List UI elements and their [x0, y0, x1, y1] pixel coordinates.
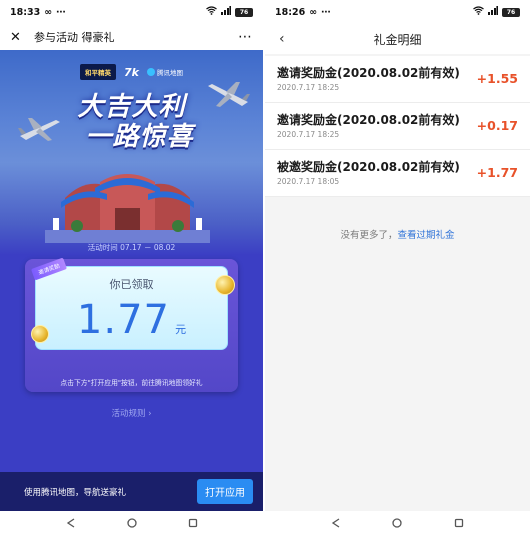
- right-phone-screen: 18:26 ∞ ⋯ 76 ‹ 礼金明细 邀请奖励金(2020.08.02前有效)…: [265, 0, 530, 534]
- ds-logo: 7k: [124, 65, 139, 79]
- nav-home-icon[interactable]: [126, 517, 138, 529]
- android-navbar: [0, 511, 263, 534]
- signal-icon: [221, 6, 231, 18]
- nav-recents-icon[interactable]: [187, 517, 199, 529]
- no-more-text: 没有更多了，: [340, 230, 398, 241]
- item-date: 2020.7.17 18:05: [277, 177, 340, 186]
- bottom-promo-bar: 使用腾讯地图，导航送豪礼 打开应用: [0, 472, 263, 511]
- coin-icon: [215, 275, 235, 295]
- signal-icon: [488, 6, 498, 18]
- hero-title-line2: 一路惊喜: [85, 122, 194, 152]
- status-bar: 18:26 ∞ ⋯ 76: [265, 0, 530, 24]
- left-phone-screen: 18:33 ∞ ⋯ 76 ✕ 参与活动 得豪礼 ⋯ 和平精英 7k 腾讯地图 大…: [0, 0, 263, 534]
- list-item[interactable]: 邀请奖励金(2020.08.02前有效) 2020.7.17 18:25 +1.…: [265, 56, 530, 103]
- reward-hint: 点击下方"打开应用"按钮，前往腾讯地图领好礼: [60, 379, 203, 387]
- list-item[interactable]: 邀请奖励金(2020.08.02前有效) 2020.7.17 18:25 +0.…: [265, 103, 530, 150]
- battery-icon: 76: [502, 7, 520, 17]
- status-more-icon: ⋯: [321, 6, 331, 18]
- page-title: 礼金明细: [373, 32, 422, 47]
- expired-bonus-link[interactable]: 查看过期礼金: [398, 230, 455, 241]
- status-more-icon: ⋯: [56, 6, 66, 18]
- nav-back-icon[interactable]: [330, 517, 342, 529]
- map-logo: 腾讯地图: [146, 67, 183, 77]
- item-title: 被邀奖励金(2020.08.02前有效): [277, 160, 460, 174]
- coin-icon: [31, 325, 49, 343]
- nav-recents-icon[interactable]: [453, 517, 465, 529]
- promo-text: 使用腾讯地图，导航送豪礼: [24, 487, 127, 498]
- open-app-button[interactable]: 打开应用: [197, 479, 253, 504]
- reward-amount-value: 1.77: [76, 297, 170, 343]
- item-date: 2020.7.17 18:25: [277, 130, 340, 139]
- list-item[interactable]: 被邀奖励金(2020.08.02前有效) 2020.7.17 18:05 +1.…: [265, 150, 530, 197]
- item-amount: +0.17: [476, 118, 518, 133]
- game-logo: 和平精英: [80, 64, 116, 80]
- wifi-icon: [473, 6, 484, 18]
- close-icon[interactable]: ✕: [10, 30, 24, 45]
- reward-card: 邀请奖励 你已领取 1.77 元 点击下方"打开应用"按钮，前往腾讯地图领好礼: [25, 257, 238, 392]
- page-title: 参与活动 得豪礼: [34, 31, 115, 44]
- list-footer: 没有更多了，查看过期礼金: [265, 227, 530, 241]
- map-logo-icon: [146, 68, 155, 76]
- webview-titlebar: ✕ 参与活动 得豪礼 ⋯: [0, 24, 263, 50]
- back-icon[interactable]: ‹: [279, 31, 285, 47]
- page-header: ‹ 礼金明细: [265, 24, 530, 54]
- reward-amount: 1.77 元: [36, 297, 227, 343]
- status-time: 18:33: [10, 6, 41, 18]
- reward-label: 你已领取: [109, 278, 154, 291]
- reward-amount-unit: 元: [175, 323, 187, 336]
- hero-banner: 和平精英 7k 腾讯地图 大吉大利 一路惊喜 活动时间 07.17 － 08.0…: [0, 50, 263, 255]
- bonus-list: 邀请奖励金(2020.08.02前有效) 2020.7.17 18:25 +1.…: [265, 56, 530, 197]
- android-navbar: [265, 511, 530, 534]
- activity-time: 活动时间 07.17 － 08.02: [87, 243, 176, 252]
- wifi-icon: [206, 6, 217, 18]
- battery-icon: 76: [235, 7, 253, 17]
- item-amount: +1.55: [476, 71, 518, 86]
- nav-back-icon[interactable]: [65, 517, 77, 529]
- status-time: 18:26: [275, 6, 306, 18]
- item-date: 2020.7.17 18:25: [277, 83, 340, 92]
- reward-card-inner: 邀请奖励 你已领取 1.77 元: [30, 257, 228, 350]
- more-menu-icon[interactable]: ⋯: [238, 29, 253, 45]
- status-bar: 18:33 ∞ ⋯ 76: [0, 0, 263, 24]
- status-infinity-icon: ∞: [44, 6, 53, 18]
- item-title: 邀请奖励金(2020.08.02前有效): [277, 113, 460, 127]
- activity-rules-link[interactable]: 活动规则 ›: [0, 407, 263, 419]
- castle-illustration: [45, 174, 210, 243]
- item-amount: +1.77: [476, 165, 518, 180]
- item-title: 邀请奖励金(2020.08.02前有效): [277, 66, 460, 80]
- status-infinity-icon: ∞: [309, 6, 318, 18]
- nav-home-icon[interactable]: [391, 517, 403, 529]
